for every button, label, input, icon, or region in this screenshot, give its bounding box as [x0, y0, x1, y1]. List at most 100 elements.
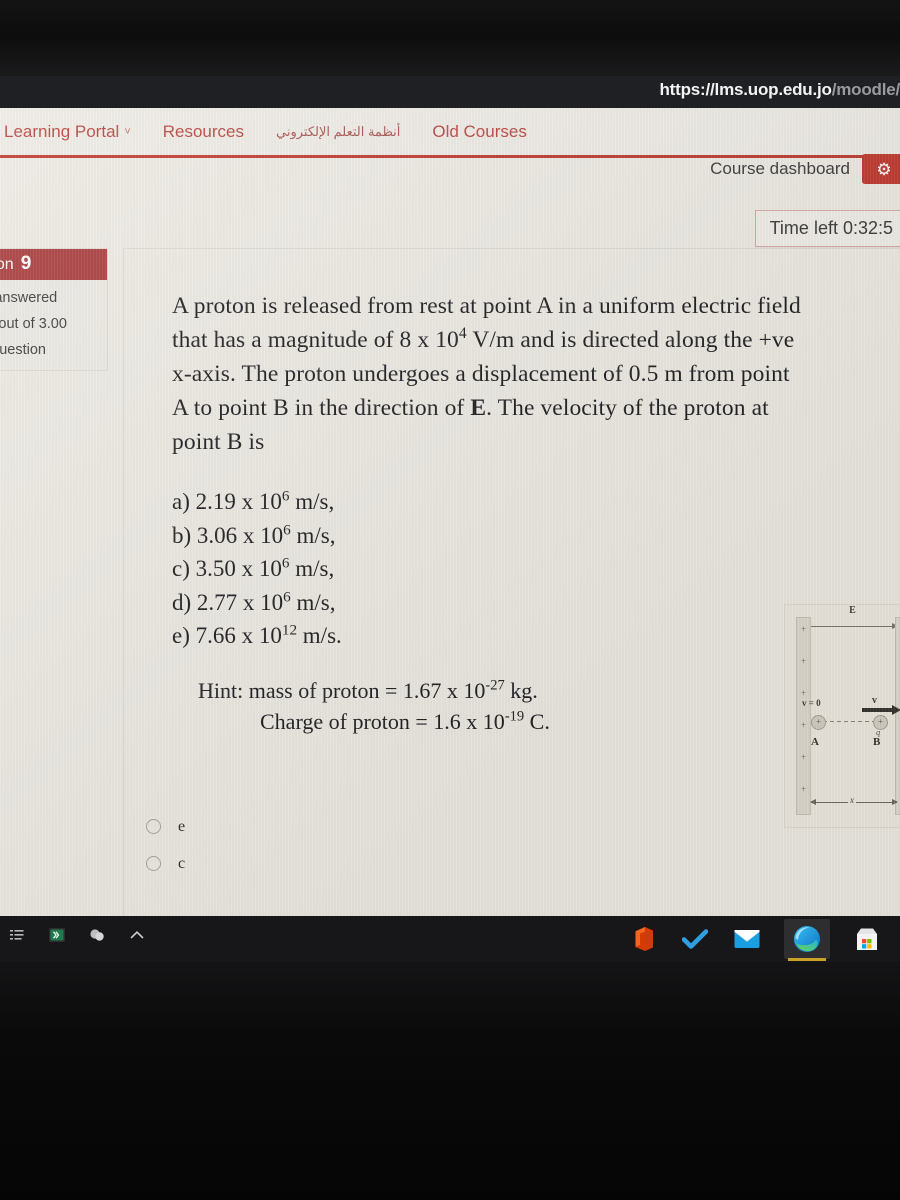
mail-icon[interactable] — [732, 924, 762, 954]
office-icon[interactable] — [628, 924, 658, 954]
point-b-label: B — [873, 736, 881, 748]
url-host: https://lms.uop.edu.jo — [659, 80, 832, 99]
url-text: https://lms.uop.edu.jo/moodle/ — [660, 80, 900, 100]
edge-icon[interactable] — [784, 919, 830, 961]
nav-label: أنظمة التعلم الإلكتروني — [276, 123, 401, 139]
plate-sign: + — [800, 624, 807, 634]
flag-question-link[interactable]: ag question — [0, 332, 107, 358]
choice-key: b) — [172, 522, 192, 548]
choice-unit: m/s, — [296, 522, 336, 548]
nav-item-resources[interactable]: Resources — [147, 122, 260, 142]
choice-value: 3.50 x 10 — [195, 556, 282, 581]
choice-value: 7.66 x 10 — [195, 623, 282, 648]
plate-sign: + — [800, 784, 807, 794]
answer-option-e[interactable]: e — [146, 808, 185, 845]
plate-sign: – — [896, 720, 900, 730]
choice-unit: m/s, — [295, 489, 335, 514]
field-symbol: E — [470, 395, 487, 421]
diagram-field-label: E — [849, 605, 856, 616]
choice-d: d) 2.77 x 106 m/s, — [172, 586, 592, 620]
nav-label: Resources — [162, 121, 245, 141]
excel-icon[interactable] — [42, 920, 72, 950]
question-number-badge: estion 9 — [0, 249, 107, 280]
field-unit: V/m — [472, 327, 515, 353]
initial-velocity-label: v = 0 — [802, 698, 821, 708]
url-path: /moodle/ — [831, 80, 900, 99]
windows-taskbar — [0, 916, 900, 962]
nav-item-elearning-systems-ar[interactable]: أنظمة التعلم الإلكتروني — [260, 124, 416, 140]
course-dashboard-label[interactable]: Course dashboard — [710, 159, 850, 179]
choice-unit: m/s, — [295, 556, 335, 581]
hint-mass-unit: kg. — [510, 677, 538, 703]
positive-plate: + + + + + + — [796, 617, 811, 815]
chevron-down-icon: ˅ — [124, 125, 131, 138]
question-badge-number: 9 — [20, 253, 32, 274]
field-magnitude: 8 x 10 — [399, 327, 459, 353]
screen-bezel-top — [0, 0, 900, 78]
question-status: yet answered — [0, 290, 58, 306]
charge-at-a: + — [811, 715, 826, 730]
velocity-arrow-icon — [862, 704, 900, 715]
course-dashboard-row: Course dashboard ⚙ — [0, 154, 900, 189]
choice-c: c) 3.50 x 106 m/s, — [172, 552, 592, 586]
choice-value: 2.19 x 10 — [195, 489, 282, 514]
hint-charge-pre: Charge of proton = 1.6 x 10 — [260, 708, 505, 734]
laptop-lower-body — [0, 962, 900, 1200]
answer-label: e — [178, 817, 186, 835]
plate-sign: – — [896, 784, 900, 794]
hint-charge-exponent: -19 — [504, 708, 525, 725]
question-stem: A proton is released from rest at point … — [172, 293, 801, 455]
radio-button-icon[interactable] — [146, 819, 161, 834]
question-badge-word: estion — [0, 256, 14, 273]
taskbar-tray-left — [0, 920, 152, 950]
choice-b: b) 3.06 x 106 m/s, — [172, 519, 592, 553]
plate-sign: – — [896, 656, 900, 666]
choice-exponent: 6 — [283, 587, 291, 605]
question-card: A proton is released from rest at point … — [123, 248, 900, 920]
nav-item-old-courses[interactable]: Old Courses — [416, 122, 542, 142]
choice-key: c) — [172, 556, 190, 581]
settings-gear-button[interactable]: ⚙ — [862, 154, 900, 184]
list-icon[interactable] — [2, 920, 32, 950]
plate-sign: + — [800, 656, 807, 666]
plate-sign: – — [896, 624, 900, 634]
weather-icon[interactable] — [82, 920, 112, 950]
choice-a: a) 2.19 x 106 m/s, — [172, 485, 592, 519]
question-marks: ked out of 3.00 — [0, 316, 67, 332]
choice-key: e) — [172, 623, 190, 648]
distance-label: x — [848, 795, 856, 805]
trajectory-dashed-line — [823, 721, 874, 722]
plate-sign: – — [896, 752, 900, 762]
taskbar-app-icons — [628, 919, 882, 961]
nav-item-learning-portal[interactable]: Learning Portal ˅ — [0, 122, 147, 142]
laptop-photo: https://lms.uop.edu.jo/moodle/ Learning … — [0, 0, 900, 1200]
todo-check-icon[interactable] — [680, 924, 710, 954]
answer-label: c — [178, 854, 186, 872]
choice-list: a) 2.19 x 106 m/s, b) 3.06 x 106 m/s, c)… — [172, 485, 592, 653]
show-hidden-icons-chevron[interactable] — [122, 920, 152, 950]
nav-label: Learning Portal — [4, 121, 120, 141]
quiz-timer: Time left 0:32:5 — [754, 210, 900, 247]
choice-exponent: 6 — [281, 487, 290, 505]
plate-sign: + — [800, 688, 807, 698]
field-direction-arrow-icon — [809, 623, 898, 629]
plate-sign: + — [800, 720, 807, 730]
browser-address-bar[interactable]: https://lms.uop.edu.jo/moodle/ — [0, 76, 900, 108]
final-velocity-label: v — [872, 695, 877, 706]
displacement-value: 0.5 m — [628, 361, 683, 387]
microsoft-store-icon[interactable] — [852, 924, 882, 954]
choice-key: d) — [172, 589, 192, 615]
negative-plate: – – – – – – — [895, 617, 900, 815]
question-info-panel: estion 9 yet answered ked out of 3.00 ag… — [0, 248, 108, 371]
choice-exponent: 6 — [283, 520, 291, 538]
answer-options: e c — [146, 808, 185, 882]
field-magnitude-exponent: 4 — [458, 325, 467, 343]
gear-icon: ⚙ — [876, 159, 892, 179]
radio-button-icon[interactable] — [146, 856, 161, 871]
choice-exponent: 6 — [281, 554, 290, 572]
answer-option-c[interactable]: c — [146, 845, 185, 882]
choice-exponent: 12 — [281, 621, 298, 639]
choice-e: e) 7.66 x 1012 m/s. — [172, 619, 592, 653]
hint-charge-unit: C. — [529, 708, 550, 734]
physics-diagram: E + + + + + + – – – – – – — [784, 604, 900, 828]
